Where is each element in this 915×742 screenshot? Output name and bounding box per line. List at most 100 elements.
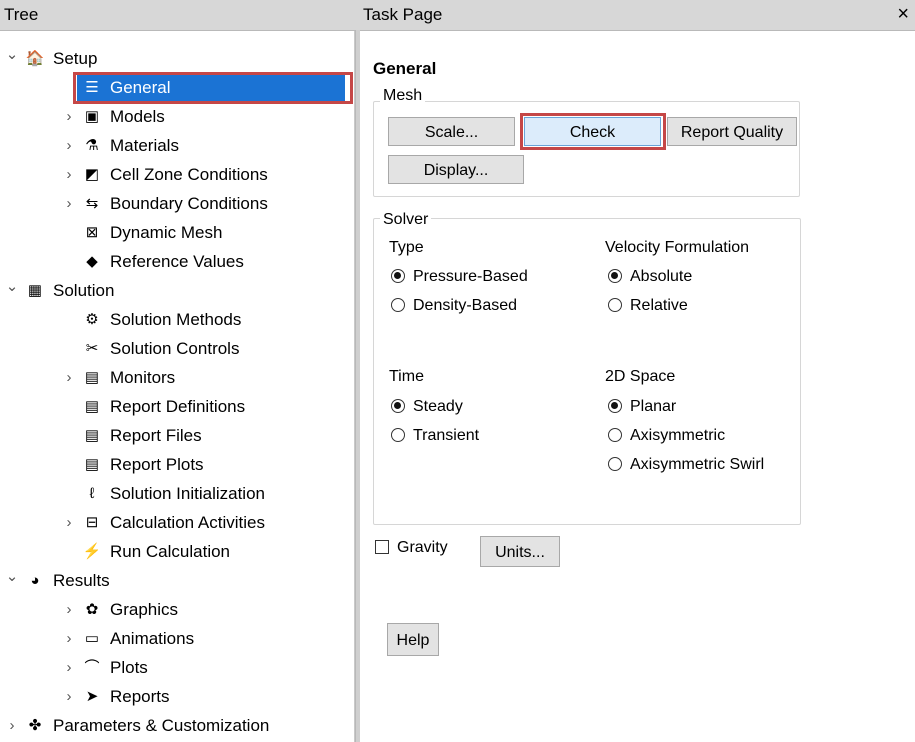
tree-item-run-calculation[interactable]: ⚡ Run Calculation <box>0 538 354 566</box>
tree-item-label: Cell Zone Conditions <box>110 165 268 184</box>
tree-item-boundary-conditions[interactable]: › ⇆ Boundary Conditions <box>0 190 354 218</box>
tree-item-parameters-customization[interactable]: › ✤ Parameters & Customization <box>0 712 354 740</box>
tree-item-report-files[interactable]: ▤ Report Files <box>0 422 354 450</box>
velocity-radio-relative[interactable]: Relative <box>608 294 688 318</box>
plots-icon: ⌒ <box>84 659 100 676</box>
expand-chevron-icon[interactable]: › <box>61 596 77 624</box>
radio-label: Absolute <box>630 268 693 285</box>
type-label: Type <box>389 239 424 256</box>
collapse-chevron-icon[interactable]: ⌄ <box>4 41 20 69</box>
space-radio-axisymmetric-swirl[interactable]: Axisymmetric Swirl <box>608 453 764 477</box>
help-button[interactable]: Help <box>387 623 439 656</box>
mesh-group-label: Mesh <box>380 87 426 105</box>
tree-item-solution-initialization[interactable]: ℓ Solution Initialization <box>0 480 354 508</box>
animations-icon: ▭ <box>84 630 100 647</box>
tree-item-label: Reference Values <box>110 252 244 271</box>
space-radio-axisymmetric[interactable]: Axisymmetric <box>608 424 725 448</box>
solution-methods-icon: ⚙ <box>85 311 99 328</box>
radio-button-icon[interactable] <box>608 298 622 312</box>
report-files-icon: ▤ <box>84 427 100 444</box>
gravity-checkbox[interactable]: Gravity <box>375 536 448 560</box>
expand-chevron-icon[interactable]: › <box>61 103 77 131</box>
tree-item-solution[interactable]: ⌄ ▦ Solution <box>0 277 354 305</box>
tree-item-animations[interactable]: › ▭ Animations <box>0 625 354 653</box>
velocity-formulation-label: Velocity Formulation <box>605 239 750 256</box>
expand-chevron-icon[interactable]: › <box>61 132 77 160</box>
reports-icon: ➤ <box>85 688 99 705</box>
time-radio-steady[interactable]: Steady <box>391 395 463 419</box>
radio-label: Steady <box>413 398 463 415</box>
radio-button-icon[interactable] <box>391 399 405 413</box>
panel-header-bar: Tree Task Page × <box>0 0 915 31</box>
tree-item-setup[interactable]: ⌄ 🏠 Setup <box>0 45 354 73</box>
tree-item-dynamic-mesh[interactable]: ⊠ Dynamic Mesh <box>0 219 354 247</box>
close-icon[interactable]: × <box>897 1 909 27</box>
radio-button-icon[interactable] <box>391 428 405 442</box>
tree-item-materials[interactable]: › ⚗ Materials <box>0 132 354 160</box>
check-button[interactable]: Check <box>524 117 661 146</box>
expand-chevron-icon[interactable]: › <box>61 190 77 218</box>
tree-item-cell-zone-conditions[interactable]: › ◩ Cell Zone Conditions <box>0 161 354 189</box>
tree-item-report-plots[interactable]: ▤ Report Plots <box>0 451 354 479</box>
tree-item-label: Monitors <box>110 368 176 387</box>
task-heading: General <box>373 59 437 78</box>
report-plots-icon: ▤ <box>84 456 100 473</box>
tree-item-solution-methods[interactable]: ⚙ Solution Methods <box>0 306 354 334</box>
display-button[interactable]: Display... <box>388 155 524 184</box>
tree-item-models[interactable]: › ▣ Models <box>0 103 354 131</box>
radio-button-icon[interactable] <box>608 269 622 283</box>
collapse-chevron-icon[interactable]: ⌄ <box>4 273 20 301</box>
models-icon: ▣ <box>84 108 100 125</box>
tree-item-label: Plots <box>110 658 148 677</box>
tree-item-label: General <box>110 78 171 97</box>
checkbox-box[interactable] <box>375 540 389 554</box>
expand-chevron-icon[interactable]: › <box>4 712 20 740</box>
reference-values-icon: ◆ <box>86 253 98 270</box>
space-radio-planar[interactable]: Planar <box>608 395 676 419</box>
tree-item-label: Solution <box>53 281 115 300</box>
tree-item-results[interactable]: ⌄ ◕ Results <box>0 567 354 595</box>
tree-panel-title: Tree <box>4 5 39 24</box>
radio-label: Pressure-Based <box>413 268 528 285</box>
expand-chevron-icon[interactable]: › <box>61 509 77 537</box>
type-radio-pressure-based[interactable]: Pressure-Based <box>391 265 528 289</box>
radio-button-icon[interactable] <box>608 457 622 471</box>
boundary-icon: ⇆ <box>85 195 99 212</box>
tree-item-solution-controls[interactable]: ✂ Solution Controls <box>0 335 354 363</box>
expand-chevron-icon[interactable]: › <box>61 654 77 682</box>
tree-item-calculation-activities[interactable]: › ⊟ Calculation Activities <box>0 509 354 537</box>
velocity-radio-absolute[interactable]: Absolute <box>608 265 692 289</box>
radio-button-icon[interactable] <box>608 399 622 413</box>
collapse-chevron-icon[interactable]: ⌄ <box>4 563 20 591</box>
tree-item-label: Report Definitions <box>110 397 246 416</box>
tree-item-monitors[interactable]: › ▤ Monitors <box>0 364 354 392</box>
expand-chevron-icon[interactable]: › <box>61 161 77 189</box>
expand-chevron-icon[interactable]: › <box>61 364 77 392</box>
tree-item-label: Results <box>53 571 110 590</box>
radio-button-icon[interactable] <box>608 428 622 442</box>
solution-controls-icon: ✂ <box>85 340 99 357</box>
tree-item-label: Parameters & Customization <box>53 716 270 735</box>
radio-label: Density-Based <box>413 297 518 314</box>
tree-item-label: Solution Controls <box>110 339 240 358</box>
tree-item-report-definitions[interactable]: ▤ Report Definitions <box>0 393 354 421</box>
time-radio-transient[interactable]: Transient <box>391 424 479 448</box>
expand-chevron-icon[interactable]: › <box>61 625 77 653</box>
radio-button-icon[interactable] <box>391 269 405 283</box>
fluent-window: Tree Task Page × ⌄ 🏠 Setup ☰ General › ▣ Models… <box>0 0 915 742</box>
tree-item-label: Solution Methods <box>110 310 242 329</box>
expand-chevron-icon[interactable]: › <box>61 683 77 711</box>
scale-button[interactable]: Scale... <box>388 117 515 146</box>
tree-item-general[interactable]: ☰ General <box>0 72 354 104</box>
materials-icon: ⚗ <box>85 137 99 154</box>
task-page-title: Task Page <box>363 5 443 24</box>
radio-button-icon[interactable] <box>391 298 405 312</box>
tree-item-reports[interactable]: › ➤ Reports <box>0 683 354 711</box>
initialization-icon: ℓ <box>89 485 95 502</box>
tree-item-plots[interactable]: › ⌒ Plots <box>0 654 354 682</box>
type-radio-density-based[interactable]: Density-Based <box>391 294 517 318</box>
tree-item-reference-values[interactable]: ◆ Reference Values <box>0 248 354 276</box>
report-quality-button[interactable]: Report Quality <box>667 117 797 146</box>
units-button[interactable]: Units... <box>480 536 560 567</box>
tree-item-graphics[interactable]: › ✿ Graphics <box>0 596 354 624</box>
